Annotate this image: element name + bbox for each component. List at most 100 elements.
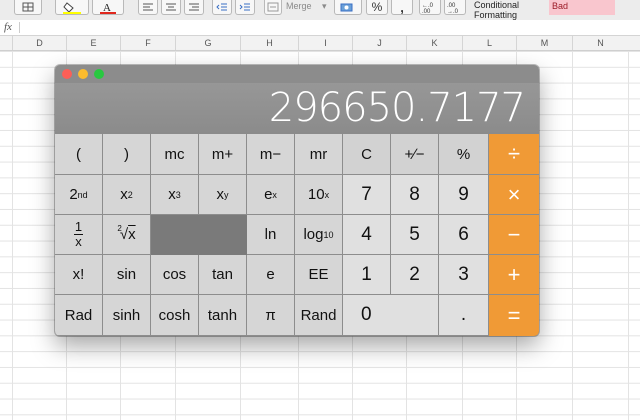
comma-style-button[interactable]: , xyxy=(391,0,413,15)
align-left-icon xyxy=(143,3,153,11)
font-color-button[interactable]: A xyxy=(92,0,124,15)
open-paren-key[interactable]: ( xyxy=(55,134,103,175)
tan-key[interactable]: tan xyxy=(199,255,247,295)
column-header[interactable]: I xyxy=(298,36,352,50)
column-header[interactable]: J xyxy=(352,36,406,50)
memory-recall-key[interactable]: mr xyxy=(295,134,343,175)
square-root-key[interactable]: 2 √ x xyxy=(103,215,151,255)
tanh-key[interactable]: tanh xyxy=(199,295,247,336)
column-header[interactable]: E xyxy=(66,36,120,50)
equals-key[interactable]: = xyxy=(489,295,539,336)
square-key[interactable]: x2 xyxy=(103,175,151,215)
digit-6-key[interactable]: 6 xyxy=(439,215,489,255)
merge-icon-button[interactable] xyxy=(264,0,282,15)
decimal-point-key[interactable]: . xyxy=(439,295,489,336)
merge-dropdown-icon[interactable]: ▾ xyxy=(322,1,327,12)
rand-key[interactable]: Rand xyxy=(295,295,343,336)
second-function-key[interactable]: 2nd xyxy=(55,175,103,215)
e-constant-key[interactable]: e xyxy=(247,255,295,295)
power-key[interactable]: xy xyxy=(199,175,247,215)
number-format-button[interactable] xyxy=(334,0,362,15)
paint-bucket-icon xyxy=(63,1,81,14)
borders-button[interactable] xyxy=(14,0,42,15)
factorial-key[interactable]: x! xyxy=(55,255,103,295)
align-center-button[interactable] xyxy=(161,0,181,15)
svg-text:.00: .00 xyxy=(422,9,431,14)
ln-key[interactable]: ln xyxy=(247,215,295,255)
digit-4-key[interactable]: 4 xyxy=(343,215,391,255)
column-header[interactable]: G xyxy=(175,36,240,50)
calculator-display: 296650.7177 xyxy=(55,83,539,134)
digit-8-key[interactable]: 8 xyxy=(391,175,439,215)
close-button[interactable] xyxy=(62,69,72,79)
digit-9-key[interactable]: 9 xyxy=(439,175,489,215)
column-header[interactable]: M xyxy=(516,36,572,50)
add-key[interactable]: + xyxy=(489,255,539,295)
calculator-keypad: ( ) mc m+ m− mr C +∕− % ÷ 2nd x2 x3 xy e… xyxy=(55,134,539,336)
column-header[interactable]: K xyxy=(406,36,462,50)
root-radicand: x xyxy=(128,226,136,243)
rad-key[interactable]: Rad xyxy=(55,295,103,336)
conditional-line1: Conditional xyxy=(474,0,520,10)
digit-5-key[interactable]: 5 xyxy=(391,215,439,255)
column-header[interactable]: D xyxy=(12,36,66,50)
merge-label[interactable]: Merge xyxy=(286,1,312,11)
column-header[interactable]: F xyxy=(120,36,175,50)
root-index: 2 xyxy=(117,224,122,233)
increase-decimal-button[interactable]: ←.0.00 xyxy=(419,0,441,15)
digit-0-key[interactable]: 0 xyxy=(343,295,439,336)
cos-key[interactable]: cos xyxy=(151,255,199,295)
digit-7-key[interactable]: 7 xyxy=(343,175,391,215)
fill-color-button[interactable] xyxy=(55,0,89,15)
memory-clear-key[interactable]: mc xyxy=(151,134,199,175)
align-right-button[interactable] xyxy=(184,0,204,15)
calculator-titlebar[interactable] xyxy=(55,65,539,83)
digit-1-key[interactable]: 1 xyxy=(343,255,391,295)
conditional-formatting-button[interactable]: Conditional Formatting xyxy=(474,0,519,20)
sinh-key[interactable]: sinh xyxy=(103,295,151,336)
percent-key[interactable]: % xyxy=(439,134,489,175)
cosh-key[interactable]: cosh xyxy=(151,295,199,336)
pi-key[interactable]: π xyxy=(247,295,295,336)
percent-button[interactable]: % xyxy=(366,0,388,15)
decrease-decimal-button[interactable]: .00 →.0 xyxy=(444,0,466,15)
column-header[interactable]: N xyxy=(572,36,628,50)
svg-text:→.0: →.0 xyxy=(447,9,459,14)
reciprocal-denominator: x xyxy=(75,234,82,249)
decrease-indent-button[interactable] xyxy=(212,0,232,15)
decrease-decimal-icon: .00→.0 xyxy=(447,3,459,14)
align-left-button[interactable] xyxy=(138,0,158,15)
grid-line xyxy=(628,51,629,420)
second-function-base: 2 xyxy=(69,186,78,203)
reciprocal-key[interactable]: 1x xyxy=(55,215,103,255)
multiply-key[interactable]: × xyxy=(489,175,539,215)
memory-add-key[interactable]: m+ xyxy=(199,134,247,175)
column-header[interactable]: L xyxy=(462,36,516,50)
bad-cell-style[interactable]: Bad xyxy=(549,0,615,15)
digit-3-key[interactable]: 3 xyxy=(439,255,489,295)
column-header[interactable]: H xyxy=(240,36,298,50)
sign-toggle-key[interactable]: +∕− xyxy=(391,134,439,175)
fx-icon[interactable]: fx xyxy=(4,20,12,35)
power-base: x xyxy=(216,186,225,203)
zoom-button[interactable] xyxy=(94,69,104,79)
excel-ribbon: A Merge ▾ % , ←.0.00 .00 →.0 Conditional … xyxy=(0,0,640,21)
minimize-button[interactable] xyxy=(78,69,88,79)
clear-key[interactable]: C xyxy=(343,134,391,175)
close-paren-key[interactable]: ) xyxy=(103,134,151,175)
divide-key[interactable]: ÷ xyxy=(489,134,539,175)
ten-power-key[interactable]: 10 x xyxy=(295,175,343,215)
memory-subtract-key[interactable]: m− xyxy=(247,134,295,175)
decrease-indent-icon xyxy=(216,3,227,11)
calculator-window: 296650.7177 ( ) mc m+ m− mr C +∕− % ÷ 2n… xyxy=(55,65,539,336)
subtract-key[interactable]: − xyxy=(489,215,539,255)
log-base-text: log xyxy=(303,226,324,243)
increase-indent-button[interactable] xyxy=(235,0,255,15)
digit-2-key[interactable]: 2 xyxy=(391,255,439,295)
sin-key[interactable]: sin xyxy=(103,255,151,295)
log10-key[interactable]: log 10 xyxy=(295,215,343,255)
exp-key[interactable]: ex xyxy=(247,175,295,215)
cube-key[interactable]: x3 xyxy=(151,175,199,215)
ee-key[interactable]: EE xyxy=(295,255,343,295)
increase-indent-icon xyxy=(239,3,250,11)
